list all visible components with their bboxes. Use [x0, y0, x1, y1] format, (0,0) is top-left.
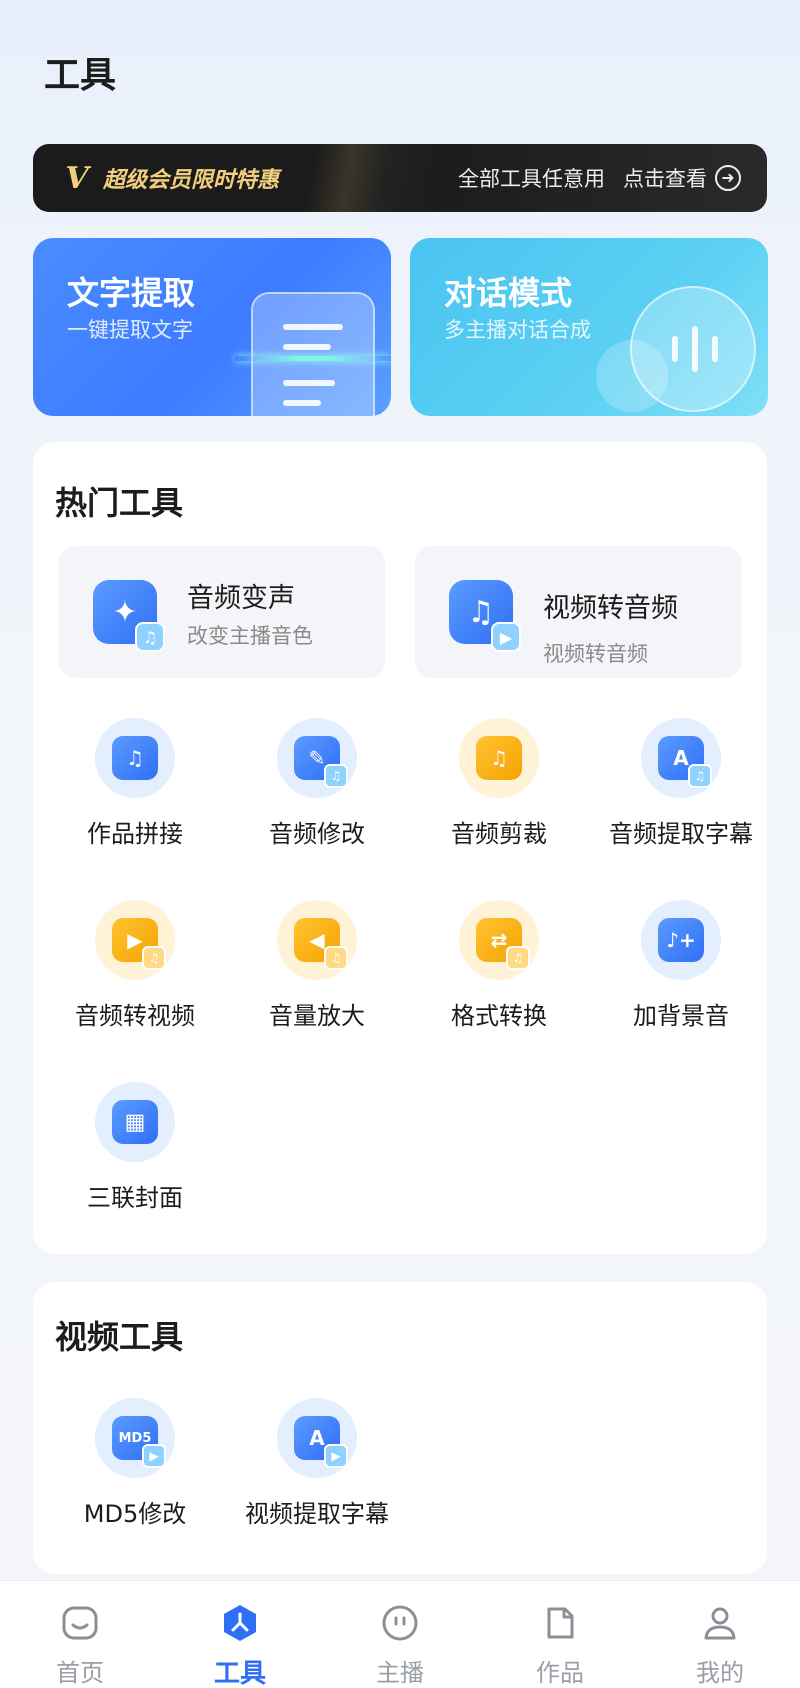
feature-card-text-extract[interactable]: 文字提取 一键提取文字 — [33, 238, 391, 416]
music-note-icon: ♫ ▶ — [449, 580, 521, 652]
tool-label: MD5修改 — [83, 1500, 187, 1528]
tool-audio-edit[interactable]: ✎ ♫ 音频修改 — [225, 718, 409, 868]
tool-label: 音频修改 — [269, 820, 365, 848]
nav-label: 首页 — [56, 1659, 104, 1687]
tool-label: 视频提取字幕 — [245, 1500, 389, 1528]
subtitle-extract-icon: A ♫ — [658, 736, 712, 788]
nav-item-tools[interactable]: 工具 — [160, 1581, 320, 1688]
add-music-icon: ♪+ — [658, 918, 704, 962]
nav-label: 工具 — [213, 1659, 266, 1688]
play-badge-icon: ▶ — [491, 622, 521, 652]
hot-tools-panel: 热门工具 ✦ ♫ 音频变声 改变主播音色 ♫ ▶ 视频转音频 视频转音频 ♫ 作… — [33, 442, 767, 1254]
feature-card-title: 文字提取 — [67, 274, 196, 312]
anchor-icon — [380, 1603, 420, 1643]
tool-label: 音频剪裁 — [451, 820, 547, 848]
format-convert-icon: ⇄ ♫ — [476, 918, 530, 970]
feature-card-subtitle: 多主播对话合成 — [444, 318, 591, 342]
nav-label: 作品 — [536, 1659, 584, 1687]
featured-tool-video-to-audio[interactable]: ♫ ▶ 视频转音频 视频转音频 — [415, 546, 741, 678]
feature-card-subtitle: 一键提取文字 — [67, 318, 193, 342]
featured-tool-title: 音频变声 — [187, 583, 295, 614]
tool-audio-to-video[interactable]: ▶ ♫ 音频转视频 — [43, 900, 227, 1050]
feature-card-dialogue[interactable]: 对话模式 多主播对话合成 — [410, 238, 768, 416]
tool-video-subtitle[interactable]: A ▶ 视频提取字幕 — [225, 1398, 409, 1548]
tool-label: 作品拼接 — [87, 820, 183, 848]
vip-banner-desc: 全部工具任意用 — [458, 167, 605, 191]
md5-icon: MD5 ▶ — [112, 1416, 166, 1468]
nav-label: 我的 — [696, 1659, 744, 1687]
nav-label: 主播 — [376, 1659, 424, 1687]
tool-format-convert[interactable]: ⇄ ♫ 格式转换 — [407, 900, 591, 1050]
vip-icon: V — [65, 160, 89, 196]
page-title: 工具 — [44, 55, 117, 96]
tool-work-splice[interactable]: ♫ 作品拼接 — [43, 718, 227, 868]
video-tools-title: 视频工具 — [55, 1318, 184, 1356]
featured-tool-subtitle: 视频转音频 — [543, 642, 648, 666]
tool-label: 音频转视频 — [75, 1002, 195, 1030]
grid-cover-icon: ▦ — [112, 1100, 158, 1144]
vip-banner-title: 超级会员限时特惠 — [103, 168, 280, 193]
volume-up-icon: ◀ ♫ — [294, 918, 348, 970]
bottom-nav: 首页 工具 主播 作品 我的 — [0, 1580, 800, 1688]
nav-item-home[interactable]: 首页 — [0, 1581, 160, 1688]
edit-audio-icon: ✎ ♫ — [294, 736, 348, 788]
play-video-icon: ▶ ♫ — [112, 918, 166, 970]
music-badge-icon: ♫ — [135, 622, 165, 652]
featured-tool-voice-change[interactable]: ✦ ♫ 音频变声 改变主播音色 — [59, 546, 385, 678]
featured-tool-subtitle: 改变主播音色 — [187, 624, 313, 648]
vip-banner-right: 全部工具任意用 点击查看 ➜ — [458, 163, 741, 193]
tools-icon — [220, 1603, 260, 1643]
vip-banner[interactable]: V 超级会员限时特惠 全部工具任意用 点击查看 ➜ — [33, 144, 767, 212]
tool-audio-subtitle[interactable]: A ♫ 音频提取字幕 — [589, 718, 773, 868]
stack-music-icon: ♫ — [112, 736, 158, 780]
video-tools-panel: 视频工具 MD5 ▶ MD5修改 A ▶ 视频提取字幕 — [33, 1282, 767, 1574]
nav-item-mine[interactable]: 我的 — [640, 1581, 800, 1688]
tool-label: 加背景音 — [633, 1002, 729, 1030]
tool-add-bgm[interactable]: ♪+ 加背景音 — [589, 900, 773, 1050]
video-subtitle-icon: A ▶ — [294, 1416, 348, 1468]
tool-triple-cover[interactable]: ▦ 三联封面 — [43, 1082, 227, 1232]
nav-item-anchor[interactable]: 主播 — [320, 1581, 480, 1688]
home-icon — [60, 1603, 100, 1643]
tool-label: 音频提取字幕 — [609, 820, 753, 848]
featured-tool-title: 视频转音频 — [543, 593, 678, 624]
document-scan-icon — [251, 292, 375, 416]
scan-line — [235, 356, 391, 361]
profile-icon — [700, 1603, 740, 1643]
tool-label: 格式转换 — [451, 1002, 547, 1030]
tool-audio-trim[interactable]: ♫ 音频剪裁 — [407, 718, 591, 868]
document-icon — [540, 1603, 580, 1643]
tool-volume-boost[interactable]: ◀ ♫ 音量放大 — [225, 900, 409, 1050]
vip-banner-action[interactable]: 点击查看 — [623, 163, 707, 193]
magic-wand-icon: ✦ ♫ — [93, 580, 165, 652]
nav-item-works[interactable]: 作品 — [480, 1581, 640, 1688]
tool-label: 三联封面 — [87, 1184, 183, 1212]
feature-card-title: 对话模式 — [444, 274, 573, 312]
tool-label: 音量放大 — [269, 1002, 365, 1030]
hot-tools-title: 热门工具 — [55, 484, 184, 522]
arrow-right-circle-icon: ➜ — [715, 165, 741, 191]
tools-page: 工具 V 超级会员限时特惠 全部工具任意用 点击查看 ➜ 文字提取 一键提取文字… — [0, 0, 800, 1688]
tool-md5-modify[interactable]: MD5 ▶ MD5修改 — [43, 1398, 227, 1548]
chat-bubble-icon — [630, 286, 756, 412]
film-cut-icon: ♫ — [476, 736, 522, 780]
